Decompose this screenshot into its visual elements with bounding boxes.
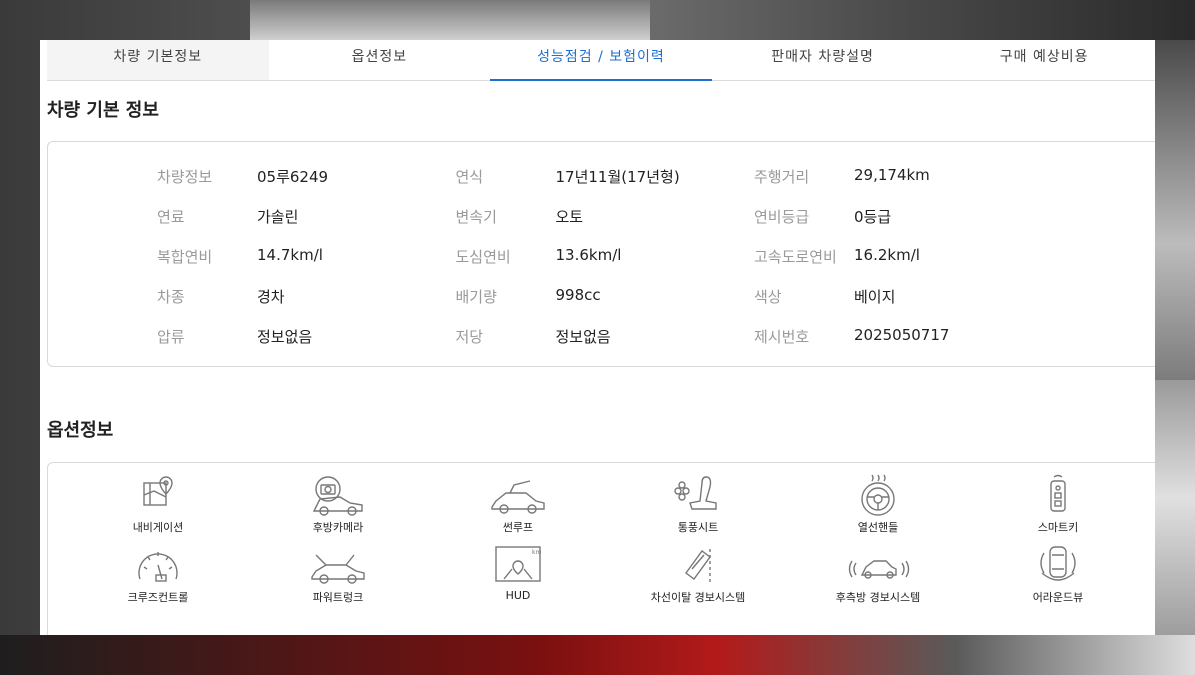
spec-label: 변속기 <box>455 207 497 226</box>
ventilated-seat-icon <box>674 476 717 510</box>
spec-value: 오토 <box>555 207 584 226</box>
option-item: 후측방 경보시스템 <box>788 543 968 613</box>
svg-text:km: km <box>532 549 541 556</box>
spec-value: 0등급 <box>854 207 892 226</box>
spec-value: 17년11월(17년형) <box>555 167 680 186</box>
spec-label: 연료 <box>157 207 185 226</box>
spec-label: 차종 <box>157 287 185 306</box>
spec-grid: 차량정보 05루6249 연식 17년11월(17년형) 주행거리 29,174km … <box>157 156 1057 356</box>
spec-label: 제시번호 <box>754 327 810 346</box>
option-item: 후방카메라 <box>248 473 428 543</box>
option-label: 열선핸들 <box>857 521 899 534</box>
option-label: 차선이탈 경보시스템 <box>650 591 746 604</box>
option-item: km HUD <box>428 543 608 613</box>
option-label: 내비게이션 <box>132 521 184 534</box>
spec-value: 정보없음 <box>555 327 611 346</box>
option-label: 썬루프 <box>502 521 534 534</box>
spec-label: 주행거리 <box>754 167 810 186</box>
spec-value: 998cc <box>555 285 601 304</box>
spec-label: 배기량 <box>455 287 497 306</box>
option-item: 파워트렁크 <box>248 543 428 613</box>
blind-spot-icon <box>848 560 910 579</box>
option-item: 열선핸들 <box>788 473 968 543</box>
option-label: 파워트렁크 <box>312 591 364 604</box>
option-label: 어라운드뷰 <box>1032 591 1084 604</box>
spec-value: 정보없음 <box>257 327 313 346</box>
spec-label: 저당 <box>455 327 484 346</box>
power-trunk-icon <box>311 554 365 584</box>
option-label: 후측방 경보시스템 <box>835 591 921 604</box>
spec-label: 고속도로연비 <box>754 247 837 266</box>
spec-label: 차량정보 <box>157 167 213 186</box>
option-item: 크루즈컨트롤 <box>68 543 248 613</box>
tab-expected-cost[interactable]: 구매 예상비용 <box>933 40 1155 80</box>
rear-camera-icon <box>312 476 363 516</box>
option-label: 후방카메라 <box>312 521 364 534</box>
tab-bar: 차량 기본정보 옵션정보 성능점검 / 보험이력 판매자 차량설명 구매 예상비… <box>47 40 1155 81</box>
tab-seller-description[interactable]: 판매자 차량설명 <box>712 40 934 80</box>
heated-steering-icon <box>861 474 895 516</box>
spec-value: 29,174km <box>854 165 930 184</box>
option-item: 스마트키 <box>968 473 1148 543</box>
option-item: 내비게이션 <box>68 473 248 543</box>
spec-label: 도심연비 <box>455 247 511 266</box>
spec-value: 13.6km/l <box>555 245 622 264</box>
option-label: 스마트키 <box>1037 521 1079 534</box>
hud-icon: km <box>495 546 541 582</box>
spec-label: 압류 <box>157 327 185 346</box>
spec-value: 2025050717 <box>854 325 950 344</box>
around-view-icon <box>1040 546 1076 581</box>
spec-label: 연식 <box>455 167 484 186</box>
options-title: 옵션정보 <box>47 420 114 441</box>
option-label: HUD <box>505 589 531 602</box>
spec-label: 연비등급 <box>754 207 810 226</box>
vehicle-detail-panel: 차량 기본정보 옵션정보 성능점검 / 보험이력 판매자 차량설명 구매 예상비… <box>40 40 1155 635</box>
spec-row: 연료 가솔린 변속기 오토 연비등급 0등급 <box>157 196 1057 236</box>
spec-label: 색상 <box>754 287 782 306</box>
spec-row: 차종 경차 배기량 998cc 색상 베이지 <box>157 276 1057 316</box>
spec-row: 복합연비 14.7km/l 도심연비 13.6km/l 고속도로연비 16.2km/l <box>157 236 1057 276</box>
tab-basic-info[interactable]: 차량 기본정보 <box>47 40 269 80</box>
sunroof-icon <box>491 480 545 514</box>
spec-value: 경차 <box>257 287 285 306</box>
spec-value: 14.7km/l <box>257 245 323 264</box>
options-box: 내비게이션 후방카메라 썬루프 통풍시트 열선핸들 스마트키 크루즈컨트롤 파워… <box>47 462 1155 635</box>
option-item: 썬루프 <box>428 473 608 543</box>
spec-value: 05루6249 <box>257 167 329 186</box>
navigation-icon <box>143 476 173 506</box>
option-item: 통풍시트 <box>608 473 788 543</box>
option-label: 크루즈컨트롤 <box>127 591 189 604</box>
spec-row: 차량정보 05루6249 연식 17년11월(17년형) 주행거리 29,174km <box>157 156 1057 196</box>
spec-value: 16.2km/l <box>854 245 920 264</box>
spec-label: 복합연비 <box>157 247 213 266</box>
basic-info-title: 차량 기본 정보 <box>47 100 159 121</box>
option-item: 어라운드뷰 <box>968 543 1148 613</box>
options-grid: 내비게이션 후방카메라 썬루프 통풍시트 열선핸들 스마트키 크루즈컨트롤 파워… <box>68 473 1148 613</box>
lane-departure-icon <box>685 549 711 583</box>
smart-key-icon <box>1050 474 1066 512</box>
tab-options[interactable]: 옵션정보 <box>269 40 491 80</box>
cruise-control-icon <box>138 552 178 582</box>
spec-value: 가솔린 <box>257 207 299 226</box>
option-item: 차선이탈 경보시스템 <box>608 543 788 613</box>
spec-value: 베이지 <box>854 287 896 306</box>
spec-row: 압류 정보없음 저당 정보없음 제시번호 2025050717 <box>157 316 1057 356</box>
basic-info-box: 차량정보 05루6249 연식 17년11월(17년형) 주행거리 29,174km … <box>47 141 1155 367</box>
option-label: 통풍시트 <box>677 521 719 534</box>
tab-inspection-insurance[interactable]: 성능점검 / 보험이력 <box>490 40 712 81</box>
